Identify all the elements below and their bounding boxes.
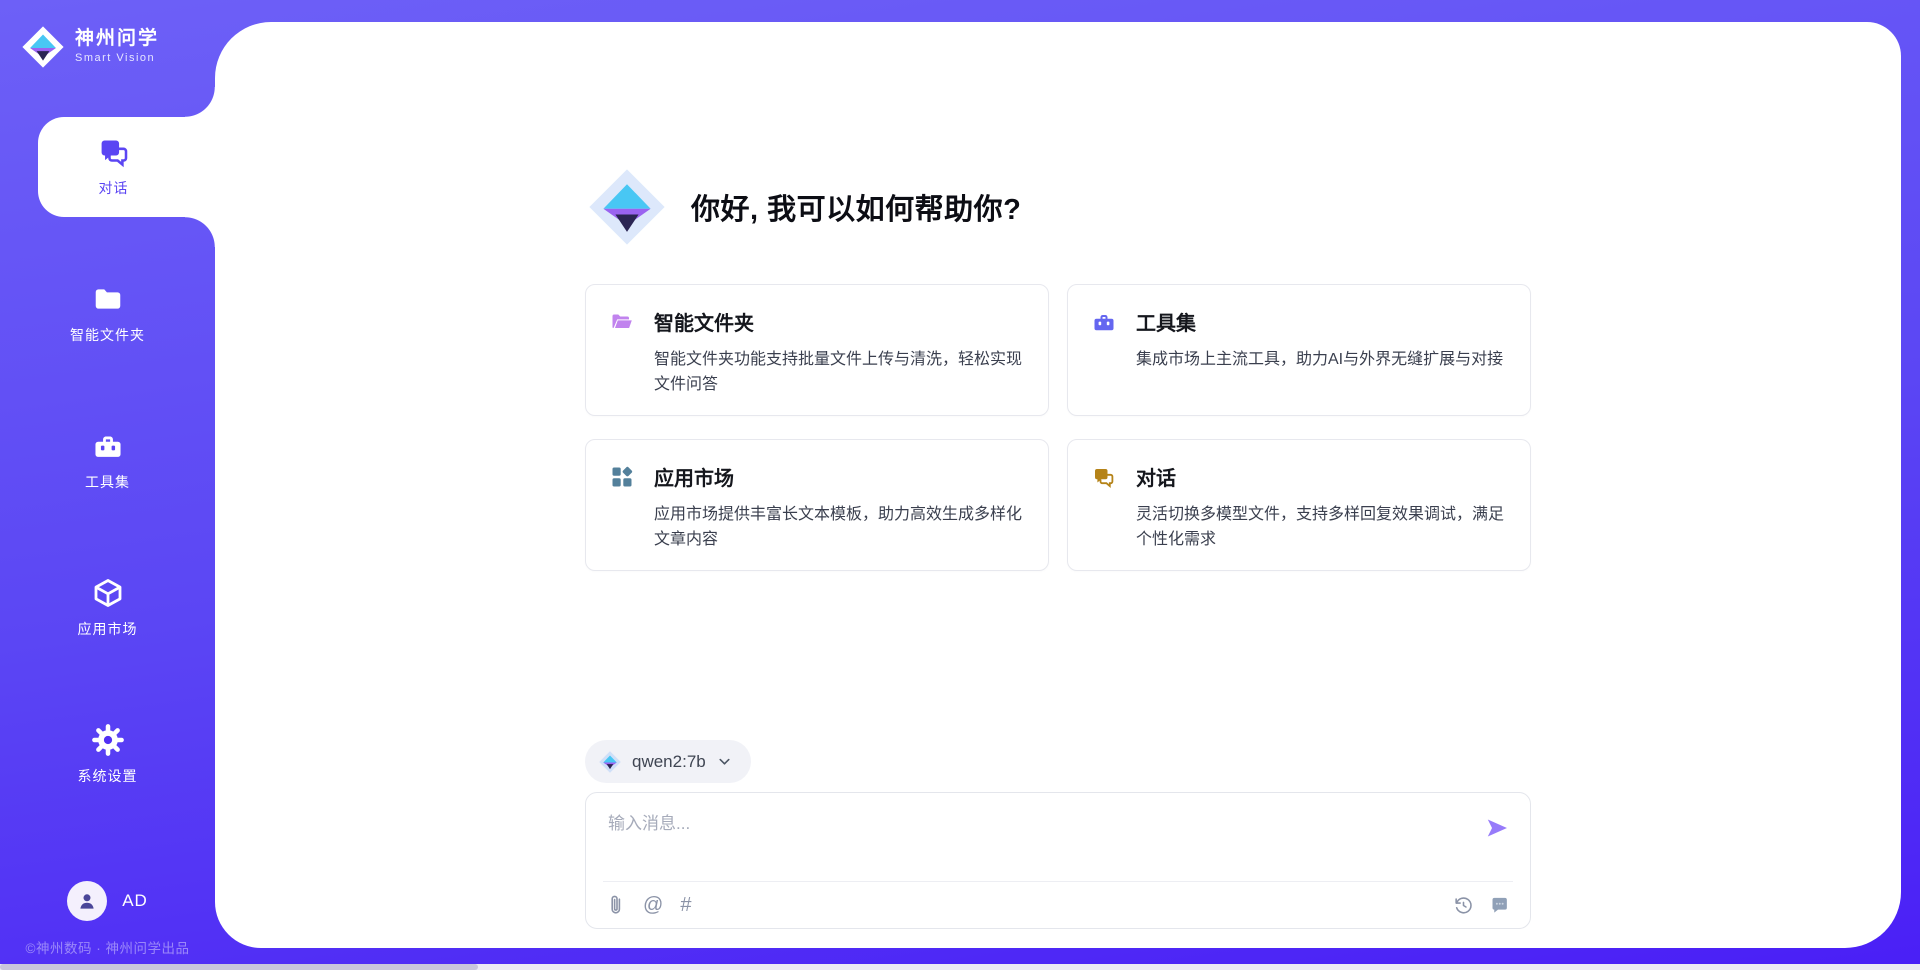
mention-button[interactable]: @ xyxy=(643,895,663,915)
greeting-section: 你好, 我可以如何帮助你? xyxy=(585,165,1531,249)
sidebar-item-label: 智能文件夹 xyxy=(70,325,145,345)
model-name: qwen2:7b xyxy=(632,752,706,772)
card-desc: 智能文件夹功能支持批量文件上传与清洗，轻松实现文件问答 xyxy=(654,347,1024,397)
card-chat[interactable]: 对话 灵活切换多模型文件，支持多样回复效果调试，满足个性化需求 xyxy=(1067,439,1531,571)
model-selector[interactable]: qwen2:7b xyxy=(585,740,751,783)
folder-open-icon xyxy=(610,310,634,334)
topic-button[interactable]: # xyxy=(680,895,691,915)
send-button[interactable] xyxy=(1484,815,1510,881)
sidebar-item-app-market[interactable]: 应用市场 xyxy=(0,558,215,658)
message-input[interactable] xyxy=(606,807,1474,881)
chat-icon xyxy=(98,136,130,168)
card-title: 应用市场 xyxy=(654,462,734,491)
card-head: 工具集 xyxy=(1092,307,1506,336)
sidebar-item-label: 应用市场 xyxy=(78,619,138,639)
user-profile[interactable]: AD xyxy=(0,881,215,921)
model-diamond-icon xyxy=(598,750,622,774)
feedback-button[interactable] xyxy=(1489,895,1510,916)
folder-icon xyxy=(92,283,124,315)
card-desc: 灵活切换多模型文件，支持多样回复效果调试，满足个性化需求 xyxy=(1136,502,1506,552)
attach-file-button[interactable] xyxy=(606,894,626,916)
card-desc: 集成市场上主流工具，助力AI与外界无缝扩展与对接 xyxy=(1136,347,1506,372)
app-grid-icon xyxy=(610,465,634,489)
card-head: 应用市场 xyxy=(610,462,1024,491)
brand-name: 神州问学 xyxy=(75,28,159,50)
horizontal-scrollbar[interactable] xyxy=(0,964,1920,970)
sidebar-item-chat[interactable]: 对话 xyxy=(38,117,215,217)
card-title: 工具集 xyxy=(1136,307,1196,336)
brand-text: 神州问学 Smart Vision xyxy=(75,28,159,64)
paperclip-icon xyxy=(606,894,626,916)
toolbox-icon xyxy=(1092,310,1116,334)
card-app-market[interactable]: 应用市场 应用市场提供丰富长文本模板，助力高效生成多样化文章内容 xyxy=(585,439,1049,571)
card-toolset[interactable]: 工具集 集成市场上主流工具，助力AI与外界无缝扩展与对接 xyxy=(1067,284,1531,416)
user-name: AD xyxy=(122,891,148,911)
copyright-text: ©神州数码 · 神州问学出品 xyxy=(0,937,215,957)
composer-input-area xyxy=(586,793,1530,881)
chevron-down-icon xyxy=(716,753,733,770)
sidebar-item-label: 系统设置 xyxy=(78,766,138,786)
toolbox-icon xyxy=(92,430,124,462)
card-title: 对话 xyxy=(1136,462,1176,491)
brand-subtitle: Smart Vision xyxy=(75,52,159,65)
sidebar-item-settings[interactable]: 系统设置 xyxy=(0,705,215,805)
avatar xyxy=(67,881,107,921)
scrollbar-thumb[interactable] xyxy=(0,964,478,970)
gear-icon xyxy=(92,724,124,756)
brand-logo: 神州问学 Smart Vision xyxy=(0,0,215,76)
card-smart-folder[interactable]: 智能文件夹 智能文件夹功能支持批量文件上传与清洗，轻松实现文件问答 xyxy=(585,284,1049,416)
history-button[interactable] xyxy=(1453,895,1474,916)
sidebar-item-toolset[interactable]: 工具集 xyxy=(0,411,215,511)
brand-diamond-icon xyxy=(585,165,669,249)
sidebar-item-label: 工具集 xyxy=(85,472,130,492)
brand-diamond-icon xyxy=(20,24,66,70)
sidebar-nav: 对话 智能文件夹 工具集 xyxy=(0,117,215,805)
card-desc: 应用市场提供丰富长文本模板，助力高效生成多样化文章内容 xyxy=(654,502,1024,552)
sidebar: 神州问学 Smart Vision 对话 智能文件夹 xyxy=(0,0,215,970)
chat-icon xyxy=(1092,465,1116,489)
sidebar-item-label: 对话 xyxy=(99,178,129,198)
message-composer: @ # xyxy=(585,792,1531,929)
app-root: 你好, 我可以如何帮助你? 智能文件夹 智能文件夹功能支持批量文件上传与清洗，轻… xyxy=(0,0,1920,970)
feature-cards: 智能文件夹 智能文件夹功能支持批量文件上传与清洗，轻松实现文件问答 xyxy=(585,284,1531,571)
person-icon xyxy=(75,889,99,913)
main-content: 你好, 我可以如何帮助你? 智能文件夹 智能文件夹功能支持批量文件上传与清洗，轻… xyxy=(585,22,1531,929)
card-title: 智能文件夹 xyxy=(654,307,754,336)
main-panel: 你好, 我可以如何帮助你? 智能文件夹 智能文件夹功能支持批量文件上传与清洗，轻… xyxy=(215,22,1901,948)
sidebar-item-smart-folder[interactable]: 智能文件夹 xyxy=(0,264,215,364)
cube-icon xyxy=(92,577,124,609)
message-square-icon xyxy=(1489,895,1510,916)
card-head: 对话 xyxy=(1092,462,1506,491)
composer-toolbar: @ # xyxy=(603,881,1513,928)
send-icon xyxy=(1484,815,1510,841)
card-head: 智能文件夹 xyxy=(610,307,1024,336)
history-icon xyxy=(1453,895,1474,916)
composer-toolbar-right xyxy=(1453,895,1510,916)
greeting-title: 你好, 我可以如何帮助你? xyxy=(691,186,1021,228)
